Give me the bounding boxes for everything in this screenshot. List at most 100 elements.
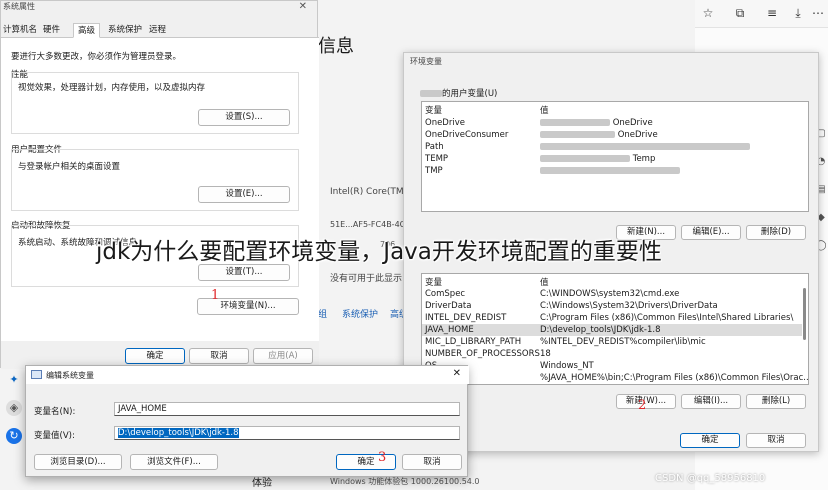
- shield-icon[interactable]: ◈: [6, 400, 22, 416]
- var-name: INTEL_DEV_REDIST: [425, 313, 507, 323]
- table-row[interactable]: Path: [422, 141, 802, 153]
- tab-system-protection[interactable]: 系统保护: [108, 23, 142, 38]
- startup-settings-button[interactable]: 设置(T)...: [198, 264, 290, 281]
- var-name-label: 变量名(N):: [34, 407, 76, 417]
- var-value-input[interactable]: D:\develop_tools\JDK\jdk-1.8: [114, 426, 460, 440]
- var-name: Path: [425, 142, 444, 152]
- var-value: C:\Program Files (x86)\Common Files\Inte…: [540, 313, 794, 323]
- dialog-titlebar: 编辑系统变量 ✕: [26, 366, 469, 384]
- link-system-protection[interactable]: 系统保护: [342, 307, 378, 320]
- ok-button[interactable]: 确定: [680, 433, 740, 448]
- group-user-profile: 与登录帐户相关的桌面设置 设置(E)...: [11, 149, 299, 211]
- annotation-3: 3: [378, 450, 387, 465]
- link-domain[interactable]: 组: [318, 307, 327, 320]
- tab-computer-name[interactable]: 计算机名: [3, 23, 37, 38]
- ok-button[interactable]: 确定: [125, 348, 185, 364]
- col-header-var[interactable]: 变量: [425, 276, 442, 288]
- system-delete-button[interactable]: 删除(L): [746, 394, 806, 409]
- table-row[interactable]: ComSpec C:\WINDOWS\system32\cmd.exe: [422, 288, 802, 300]
- redacted-username: [420, 90, 442, 97]
- page-title: 信息: [318, 36, 354, 57]
- table-row[interactable]: TMP: [422, 165, 802, 177]
- table-row[interactable]: TEMP Temp: [422, 153, 802, 165]
- var-value: D:\develop_tools\JDK\jdk-1.8: [540, 325, 661, 335]
- var-value: C:\Windows\System32\Drivers\DriverData: [540, 301, 718, 311]
- performance-settings-button[interactable]: 设置(S)...: [198, 109, 290, 126]
- var-value: C:\WINDOWS\system32\cmd.exe: [540, 289, 680, 299]
- user-vars-label-text: 的用户变量(U): [442, 89, 498, 99]
- ok-button[interactable]: 确定: [336, 454, 396, 470]
- table-row[interactable]: OneDriveConsumer OneDrive: [422, 129, 802, 141]
- var-name: OneDriveConsumer: [425, 130, 509, 140]
- table-row-selected[interactable]: JAVA_HOME D:\develop_tools\JDK\jdk-1.8: [422, 324, 802, 336]
- var-value: Windows_NT: [540, 361, 594, 371]
- var-name: NUMBER_OF_PROCESSORS: [425, 349, 540, 359]
- system-edit-button[interactable]: 编辑(I)...: [681, 394, 741, 409]
- var-value: OneDrive: [540, 117, 653, 129]
- more-icon[interactable]: ⋯: [810, 5, 826, 21]
- browse-file-button[interactable]: 浏览文件(F)...: [130, 454, 218, 470]
- table-row[interactable]: OSWindows_NT: [422, 360, 802, 372]
- group-desc-user-profile: 与登录帐户相关的桌面设置: [18, 162, 121, 172]
- edit-system-variable-dialog: 编辑系统变量 ✕ 变量名(N): JAVA_HOME 变量值(V): D:\de…: [25, 365, 469, 477]
- download-icon[interactable]: ⤓: [790, 5, 806, 21]
- table-row[interactable]: NUMBER_OF_PROCESSORS 18: [422, 348, 802, 360]
- star-icon[interactable]: ☆: [700, 5, 716, 21]
- user-delete-button[interactable]: 删除(D): [746, 225, 806, 240]
- extension-icon[interactable]: ⧉: [732, 5, 748, 21]
- cancel-button[interactable]: 取消: [402, 454, 462, 470]
- watermark: CSDN @qq_58956810: [655, 473, 766, 484]
- tab-advanced[interactable]: 高级: [73, 23, 101, 38]
- col-header-val[interactable]: 值: [540, 104, 549, 116]
- var-value: %INTEL_DEV_REDIST%compiler\lib\mic: [540, 337, 706, 347]
- table-row[interactable]: %JAVA_HOME%\bin;C:\Program Files (x86)\C…: [422, 372, 808, 384]
- user-edit-button[interactable]: 编辑(E)...: [681, 225, 741, 240]
- user-profile-settings-button[interactable]: 设置(E)...: [198, 186, 290, 203]
- tab-panel-advanced: 要进行大多数更改，你必须作为管理员登录。 性能 视觉效果，处理器计划，内存使用，…: [1, 38, 319, 369]
- table-row[interactable]: DriverData C:\Windows\System32\Drivers\Dr…: [422, 300, 802, 312]
- user-vars-table[interactable]: 变量 值 OneDrive OneDrive OneDriveConsumer …: [421, 101, 809, 212]
- tab-remote[interactable]: 远程: [149, 23, 166, 38]
- col-header-val[interactable]: 值: [540, 276, 549, 288]
- browser-toolbar: ☆ ⧉ ≡ ⤓ ⋯: [690, 0, 828, 28]
- var-value: Temp: [540, 153, 655, 165]
- table-row[interactable]: INTEL_DEV_REDIST C:\Program Files (x86)\C…: [422, 312, 802, 324]
- annotation-1: 1: [211, 288, 220, 303]
- close-icon[interactable]: ✕: [453, 368, 461, 379]
- var-name: DriverData: [425, 301, 472, 311]
- window-icon: [31, 370, 42, 379]
- var-name: MIC_LD_LIBRARY_PATH: [425, 337, 522, 347]
- dialog-title: 编辑系统变量: [46, 371, 94, 380]
- admin-notice: 要进行大多数更改，你必须作为管理员登录。: [11, 52, 182, 62]
- processor-spec: Intel(R) Core(TM): [330, 187, 408, 197]
- col-header-var[interactable]: 变量: [425, 104, 442, 116]
- table-row[interactable]: MIC_LD_LIBRARY_PATH %INTEL_DEV_REDIST%com…: [422, 336, 802, 348]
- var-name-input[interactable]: JAVA_HOME: [114, 402, 460, 416]
- tab-hardware[interactable]: 硬件: [43, 23, 60, 38]
- system-vars-table[interactable]: 变量 值 ComSpec C:\WINDOWS\system32\cmd.exe …: [421, 273, 809, 385]
- var-value: [540, 141, 750, 153]
- update-icon[interactable]: ↻: [6, 428, 22, 444]
- cancel-button[interactable]: 取消: [746, 433, 806, 448]
- accessibility-icon[interactable]: ✦: [6, 372, 22, 388]
- reading-list-icon[interactable]: ≡: [764, 5, 780, 21]
- cancel-button[interactable]: 取消: [189, 348, 249, 364]
- var-value: OneDrive: [540, 129, 658, 141]
- var-value: [540, 165, 680, 177]
- tab-bar: 计算机名 硬件 高级 系统保护 远程: [1, 23, 319, 38]
- scrollbar[interactable]: [803, 288, 806, 340]
- group-desc-performance: 视觉效果，处理器计划，内存使用，以及虚拟内存: [18, 83, 206, 93]
- table-row[interactable]: OneDrive OneDrive: [422, 117, 802, 129]
- var-value: 18: [540, 349, 551, 359]
- var-name: TEMP: [425, 154, 449, 164]
- var-name: JAVA_HOME: [425, 325, 474, 335]
- dialog-title: 环境变量: [410, 57, 442, 66]
- var-name: TMP: [425, 166, 443, 176]
- pen-touch-spec: 没有可用于此显示: [330, 274, 403, 284]
- close-icon[interactable]: ✕: [299, 1, 307, 12]
- user-vars-label: 的用户变量(U): [420, 87, 497, 99]
- var-value-text: D:\develop_tools\JDK\jdk-1.8: [118, 428, 239, 438]
- browse-directory-button[interactable]: 浏览目录(D)...: [34, 454, 122, 470]
- annotation-2: 2: [638, 398, 647, 413]
- apply-button[interactable]: 应用(A): [253, 348, 313, 364]
